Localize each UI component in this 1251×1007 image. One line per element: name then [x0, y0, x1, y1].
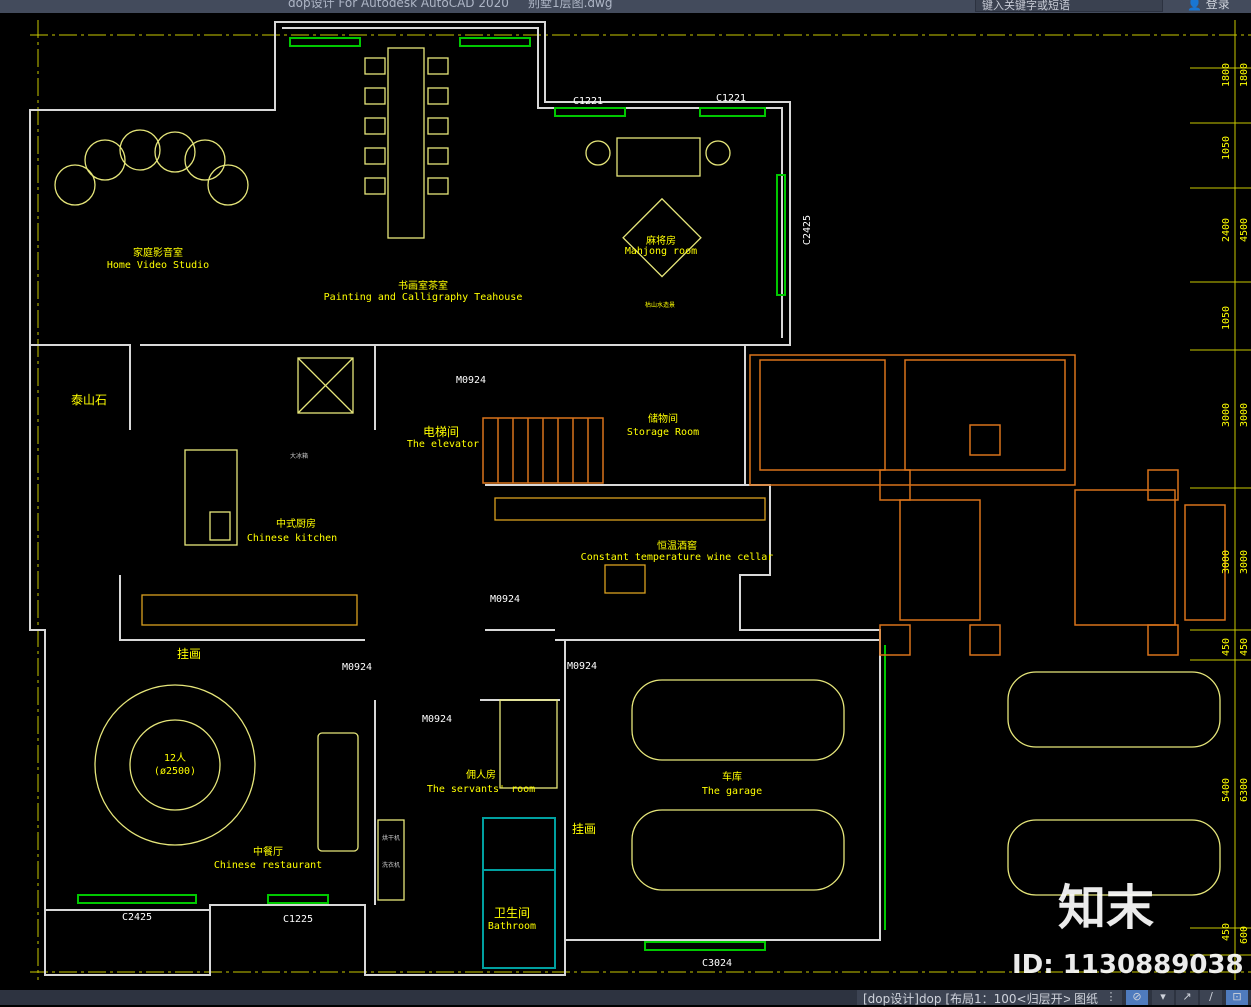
window-label: C2425	[122, 912, 152, 923]
door-label: M0924	[422, 714, 452, 725]
dimension-label: 1050	[1221, 136, 1232, 160]
painting-label: 挂画	[177, 647, 201, 661]
layout-tab[interactable]: [dop设计]dop [布局1：100<归层开>	[857, 990, 1079, 1006]
room-label: 恒温酒窖	[657, 539, 697, 552]
fridge-label: 大冰箱	[290, 452, 308, 460]
dimension-label: 1050	[1221, 306, 1232, 330]
dimension-label: 3000	[1239, 403, 1250, 427]
window-label: C1225	[283, 914, 313, 925]
room-label: The servants' room	[427, 784, 535, 795]
dimension-label: 3000	[1221, 403, 1232, 427]
room-label: The garage	[702, 786, 762, 797]
door-label: M0924	[342, 662, 372, 673]
dimension-label: 450	[1221, 923, 1232, 941]
table-size-label: (ø2500)	[154, 766, 196, 777]
dimension-label: 3000	[1239, 550, 1250, 574]
line-icon[interactable]: ∕	[1200, 990, 1222, 1005]
room-label: Home Video Studio	[107, 260, 209, 271]
table-people-label: 12人	[164, 752, 186, 764]
room-labels: 家庭影音室 Home Video Studio 书画室茶室 Painting a…	[107, 234, 774, 932]
search-input[interactable]: 键入关键字或短语	[975, 0, 1163, 12]
landscape-label: 枯山水造景	[645, 301, 675, 309]
grid-icon[interactable]: ⋮	[1100, 990, 1122, 1005]
cars	[631, 671, 1221, 896]
dimension-label: 2400	[1221, 218, 1232, 242]
dryer-label: 烘干机	[382, 834, 400, 842]
door-label: M0924	[567, 661, 597, 672]
drawing-canvas[interactable]: 家庭影音室 Home Video Studio 书画室茶室 Painting a…	[0, 13, 1251, 990]
window-label: C1221	[716, 93, 746, 104]
login-label: 登录	[1205, 0, 1230, 11]
window-label: C1221	[573, 96, 603, 107]
dimension-label: 450	[1239, 638, 1250, 656]
room-label: 卫生间	[494, 906, 530, 920]
dropdown-icon[interactable]: ▾	[1152, 990, 1174, 1005]
window-labels: C1221 C1221 C2425 C2425 C1225 C3024	[122, 93, 813, 969]
door-label: M0924	[490, 594, 520, 605]
polar-icon[interactable]: ↗	[1176, 990, 1198, 1005]
status-bar: [dop设计]dop [布局1：100<归层开> 图纸 ⋮ ⊘ ▾ ↗ ∕ ⊡	[0, 990, 1251, 1006]
washer-label: 洗衣机	[382, 861, 400, 869]
room-label: 中餐厅	[253, 845, 283, 858]
dimension-label: 600	[1239, 926, 1250, 944]
windows-green	[77, 37, 886, 951]
bathroom-lines	[482, 817, 556, 969]
room-label: Constant temperature wine cellar	[581, 552, 774, 563]
room-label: Storage Room	[627, 427, 699, 438]
selection-icon[interactable]: ⊡	[1226, 990, 1248, 1005]
login-button[interactable]: 👤 登录	[1187, 0, 1230, 12]
painting-label: 挂画	[572, 822, 596, 836]
room-label: Painting and Calligraphy Teahouse	[324, 292, 523, 303]
room-label: 电梯间	[423, 425, 459, 439]
room-label: Chinese restaurant	[214, 860, 322, 871]
dimension-label: 5400	[1221, 778, 1232, 802]
room-label: Mahjong room	[625, 246, 697, 257]
dimension-label: 450	[1221, 638, 1232, 656]
watermark-logo: 知末	[1058, 880, 1155, 936]
room-label: 储物间	[648, 412, 678, 425]
door-labels: M0924 M0924 M0924 M0924 M0924	[342, 375, 597, 725]
window-label: C3024	[702, 958, 732, 969]
dimension-label: 3000	[1221, 550, 1232, 574]
paper-space-button[interactable]: 图纸	[1070, 990, 1103, 1006]
door-label: M0924	[456, 375, 486, 386]
garage-extension	[749, 354, 1226, 656]
room-label: The elevator	[407, 439, 479, 450]
room-label: Chinese kitchen	[247, 533, 337, 544]
watermark-id: ID: 1130889038	[1012, 950, 1244, 980]
dimension-label: 4500	[1239, 218, 1250, 242]
annotation-labels: 泰山石 挂画 挂画 12人 (ø2500) 枯山水造景 大冰箱 烘干机 洗衣机	[71, 301, 675, 869]
room-label: 中式厨房	[276, 517, 316, 530]
room-label: 家庭影音室	[133, 246, 183, 259]
room-label: 车库	[722, 770, 742, 783]
window-label: C2425	[802, 215, 813, 245]
room-label: 书画室茶室	[398, 279, 448, 292]
taishan-stone-label: 泰山石	[71, 393, 107, 407]
dimension-label: 6300	[1239, 778, 1250, 802]
title-bar: dop设计 For Autodesk AutoCAD 2020 别墅1层图.dw…	[0, 0, 1251, 13]
window-title: dop设计 For Autodesk AutoCAD 2020 别墅1层图.dw…	[288, 0, 613, 10]
dimension-label: 1800	[1239, 63, 1250, 87]
room-label: Bathroom	[488, 921, 536, 932]
room-label: 佣人房	[466, 768, 496, 781]
osnap-icon[interactable]: ⊘	[1126, 990, 1148, 1005]
stairs	[482, 417, 604, 484]
dimension-label: 1800	[1221, 63, 1232, 87]
